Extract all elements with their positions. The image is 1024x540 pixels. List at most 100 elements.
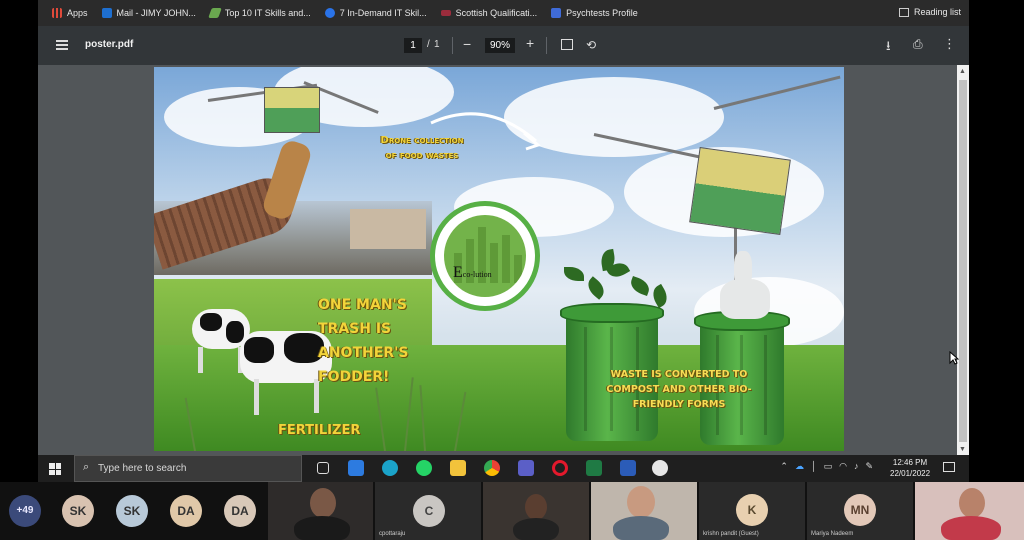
zoom-level-input[interactable]: 90% <box>485 38 515 53</box>
bookmark-scottish[interactable]: Scottish Qualificati... <box>440 8 538 18</box>
more-options-icon[interactable]: ⋮ <box>943 36 956 52</box>
participant-avatar: C <box>413 495 445 527</box>
participant-avatar: K <box>736 494 768 526</box>
participant-video-tile[interactable] <box>915 482 1024 540</box>
vertical-scrollbar[interactable]: ▲ ▼ <box>957 65 969 455</box>
download-icon[interactable]: ⭳ <box>886 37 891 59</box>
page-separator: / <box>427 39 430 50</box>
participant-body <box>294 516 350 540</box>
scroll-up-icon[interactable]: ▲ <box>959 68 966 75</box>
logo-building <box>514 255 522 283</box>
search-placeholder: Type here to search <box>98 463 187 474</box>
file-explorer-icon[interactable] <box>450 460 466 476</box>
page-total: 1 <box>434 39 440 50</box>
coursera-icon <box>324 8 335 18</box>
participant-overflow[interactable]: +49 <box>9 495 41 527</box>
pdf-toolbar: poster.pdf 1 / 1 − 90% + ⟲ ⭳ ⎙ ⋮ <box>38 26 969 65</box>
clock-time: 12:46 PM <box>892 458 928 467</box>
reading-list-icon <box>898 7 909 17</box>
bookmark-it-skills[interactable]: Top 10 IT Skills and... <box>208 8 311 18</box>
bookmark-in-demand[interactable]: 7 In-Demand IT Skil... <box>324 8 427 18</box>
bookmark-psychtests[interactable]: Psychtests Profile <box>551 8 638 18</box>
toolbar-divider <box>546 37 547 54</box>
cow-spot <box>244 337 274 363</box>
task-view-icon[interactable] <box>317 462 329 474</box>
fit-to-page-icon[interactable] <box>561 39 573 50</box>
page-number-input[interactable]: 1 <box>404 38 422 53</box>
waste-bag <box>734 251 752 285</box>
participant-avatar[interactable]: SK <box>116 495 148 527</box>
opera-icon[interactable] <box>552 460 568 476</box>
teams-icon[interactable] <box>518 460 534 476</box>
participant-video-tile[interactable] <box>591 482 697 540</box>
fertilizer-caption: Fertilizer <box>278 423 361 438</box>
reading-list-button[interactable]: Reading list <box>898 7 961 17</box>
cow-leg <box>198 347 203 373</box>
participant-name: krishn pandit (Guest) <box>703 531 759 537</box>
drone-cargo-box <box>689 146 791 236</box>
bookmark-label: Mail - JIMY JOHN... <box>116 8 196 18</box>
pen-icon[interactable]: ✎ <box>865 461 873 472</box>
microphone-icon[interactable]: │ <box>811 461 817 472</box>
bookmark-label: Apps <box>67 8 88 18</box>
bookmark-label: Psychtests Profile <box>566 8 638 18</box>
participant-body <box>613 516 669 540</box>
participant-name: cpottaraju <box>379 531 406 537</box>
trash-caption: One man's trash is another's fodder! <box>318 297 409 385</box>
participant-tile[interactable]: K krishn pandit (Guest) <box>699 482 805 540</box>
chevron-up-icon[interactable]: ⌃ <box>780 461 788 472</box>
print-icon[interactable]: ⎙ <box>913 37 923 52</box>
participant-tile[interactable]: MN Mariya Nadeem <box>807 482 913 540</box>
waste-caption: Waste is converted to compost and other … <box>606 369 752 410</box>
scroll-down-icon[interactable]: ▼ <box>959 446 966 453</box>
bookmark-apps[interactable]: Apps <box>52 8 88 18</box>
participant-avatar[interactable]: DA <box>224 495 256 527</box>
zoom-out-button[interactable]: − <box>463 36 471 52</box>
menu-icon[interactable] <box>56 40 68 50</box>
bin-rim <box>560 303 664 323</box>
participant-video-tile[interactable] <box>268 482 373 540</box>
notifications-icon[interactable] <box>943 462 955 472</box>
participant-body <box>941 516 1001 540</box>
participant-avatar[interactable]: SK <box>62 495 94 527</box>
participant-body <box>513 518 559 540</box>
weather-widget-icon[interactable] <box>652 460 668 476</box>
plant-leaf <box>628 276 652 296</box>
participant-video-tile[interactable] <box>483 482 589 540</box>
participant-head <box>959 488 985 518</box>
participant-head <box>525 494 547 520</box>
chrome-icon[interactable] <box>484 460 500 476</box>
battery-icon[interactable]: ▭ <box>824 461 833 472</box>
excel-icon[interactable] <box>586 460 602 476</box>
system-tray: ⌃ ☁ │ ▭ ◠ ♪ ✎ <box>780 461 873 472</box>
word-icon[interactable] <box>620 460 636 476</box>
scrollbar-thumb[interactable] <box>959 80 967 442</box>
edge-icon[interactable] <box>382 460 398 476</box>
windows-start-icon[interactable] <box>49 463 61 475</box>
wifi-icon[interactable]: ◠ <box>839 461 847 472</box>
poster-page: Eco-lution Drone collection of food wast… <box>154 67 844 451</box>
logo-city-background <box>444 215 526 297</box>
rotate-icon[interactable]: ⟲ <box>586 38 596 52</box>
apps-grid-icon <box>52 8 62 18</box>
pdf-title: poster.pdf <box>85 39 134 50</box>
photos-app-icon[interactable] <box>348 460 364 476</box>
reading-list-label: Reading list <box>913 7 961 17</box>
onedrive-icon[interactable]: ☁ <box>795 461 804 472</box>
bin-stripe <box>764 335 767 435</box>
waste-bag <box>720 279 770 319</box>
psychtests-icon <box>551 8 562 18</box>
sqa-icon <box>440 10 451 16</box>
volume-icon[interactable]: ♪ <box>854 461 859 472</box>
bookmark-label: Scottish Qualificati... <box>455 8 538 18</box>
taskbar-clock[interactable]: 12:46 PM 22/01/2022 <box>890 457 930 479</box>
zoom-in-button[interactable]: + <box>526 35 534 51</box>
cow-spot <box>226 321 244 343</box>
bookmark-mail[interactable]: Mail - JIMY JOHN... <box>101 8 196 18</box>
outlook-icon <box>101 8 112 18</box>
clock-date: 22/01/2022 <box>890 469 931 478</box>
participant-tile[interactable]: C cpottaraju <box>375 482 481 540</box>
participant-avatar[interactable]: DA <box>170 495 202 527</box>
participant-head <box>310 488 336 518</box>
whatsapp-icon[interactable] <box>416 460 432 476</box>
